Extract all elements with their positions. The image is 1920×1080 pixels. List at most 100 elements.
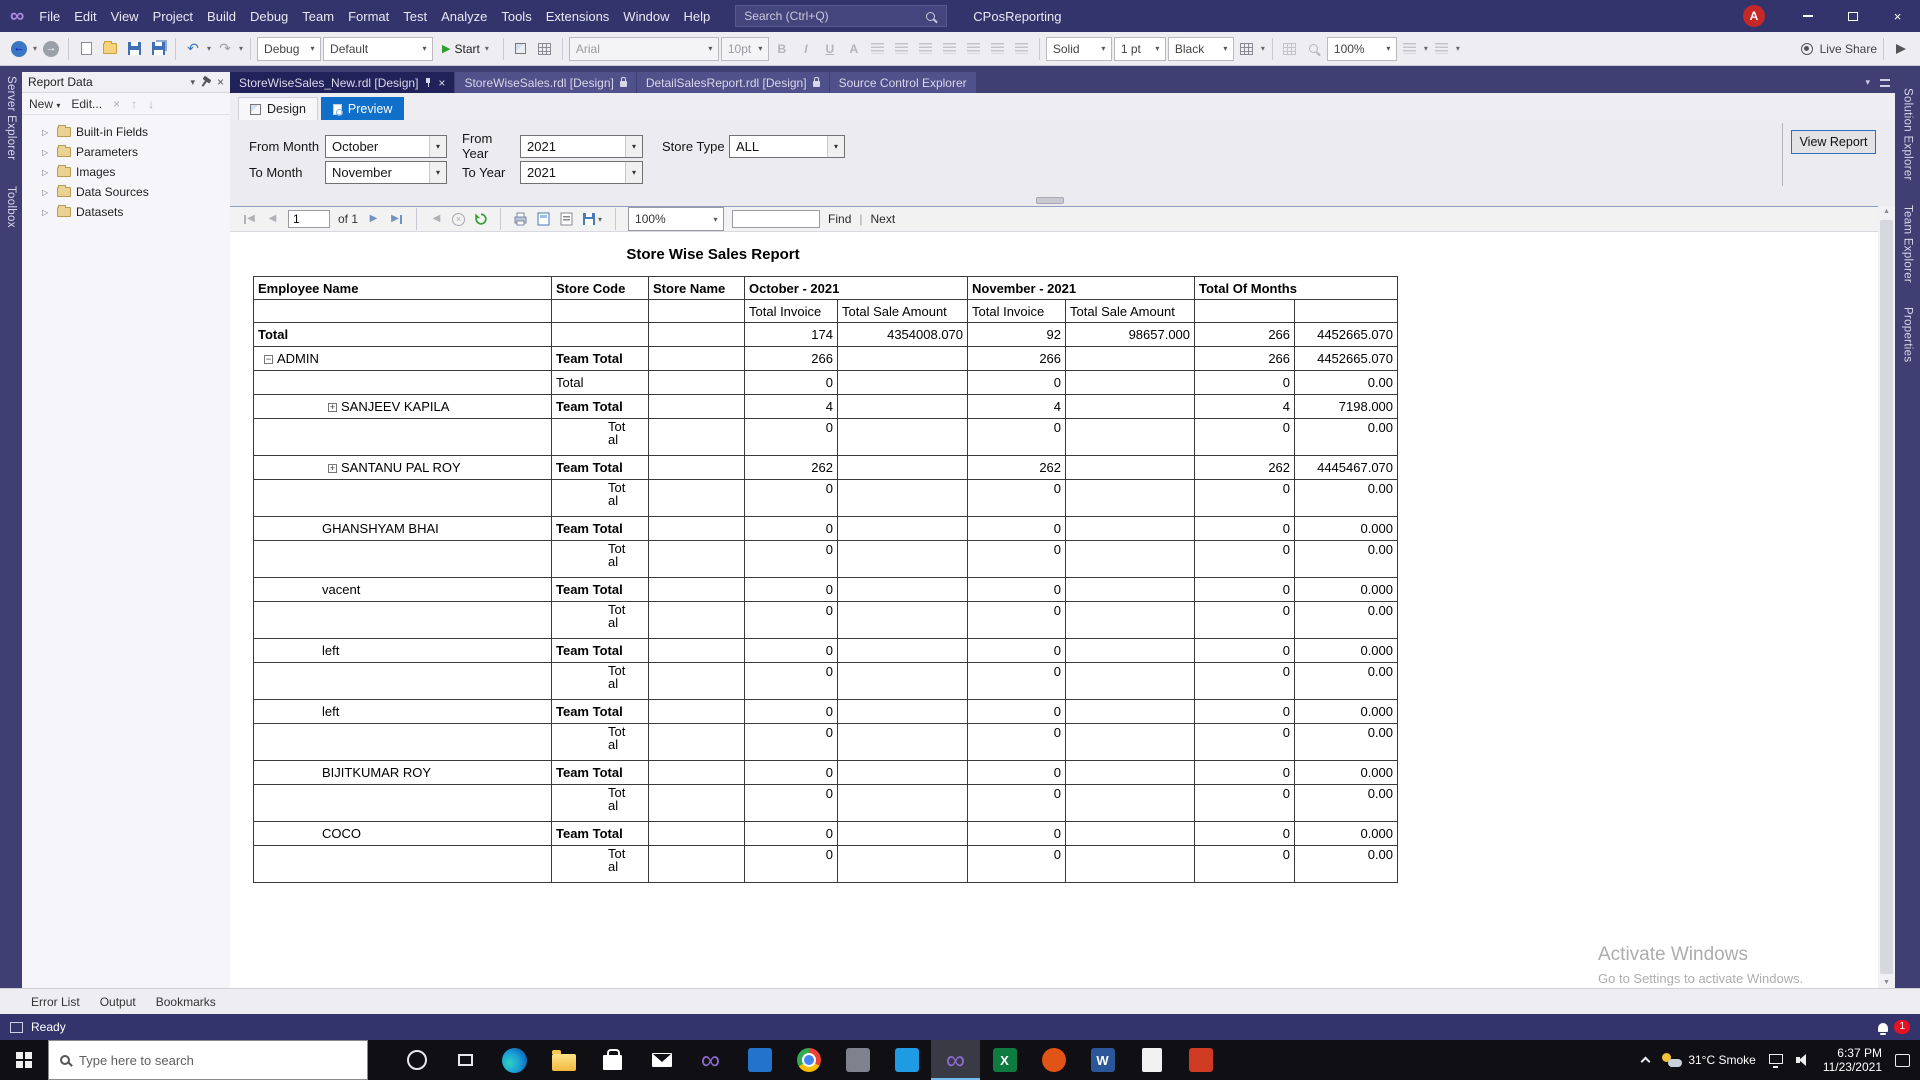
- notifications-bell-icon[interactable]: [1878, 1022, 1889, 1035]
- scrollbar-thumb[interactable]: [1880, 220, 1893, 974]
- report-image-button[interactable]: [534, 37, 556, 61]
- borders-button[interactable]: [1236, 37, 1258, 61]
- tab-overflow-icon[interactable]: ▾: [1865, 77, 1870, 88]
- close-tab-icon[interactable]: ×: [438, 76, 445, 90]
- minimize-button[interactable]: [1785, 0, 1830, 32]
- menu-view[interactable]: View: [104, 6, 146, 27]
- align-left-button[interactable]: [867, 37, 889, 61]
- taskbar-icon-orange-app[interactable]: [1029, 1040, 1078, 1080]
- maximize-button[interactable]: [1830, 0, 1875, 32]
- from-month-select[interactable]: October ▾: [325, 134, 447, 158]
- tree-item-datasets[interactable]: ▷ Datasets: [22, 202, 230, 222]
- bullet-list-button[interactable]: [939, 37, 961, 61]
- navigate-forward-button[interactable]: →: [40, 37, 62, 61]
- to-month-select[interactable]: November ▾: [325, 161, 447, 184]
- document-tab-source-control-explorer[interactable]: Source Control Explorer: [829, 72, 976, 93]
- menu-debug[interactable]: Debug: [243, 6, 295, 27]
- to-year-select[interactable]: 2021 ▾: [520, 161, 643, 184]
- hidden-icons-chevron-icon[interactable]: [1640, 1056, 1651, 1067]
- expand-icon[interactable]: +: [328, 464, 337, 473]
- start-button[interactable]: [0, 1040, 48, 1080]
- taskbar-icon-blue-app[interactable]: [735, 1040, 784, 1080]
- clock-widget[interactable]: 6:37 PM 11/23/2021: [1823, 1046, 1882, 1074]
- menu-team[interactable]: Team: [295, 6, 341, 27]
- snap-button[interactable]: [1431, 37, 1453, 61]
- panel-tab-error-list[interactable]: Error List: [22, 992, 89, 1012]
- feedback-button[interactable]: [1890, 37, 1912, 61]
- menu-window[interactable]: Window: [616, 6, 676, 27]
- taskbar-icon-notepad[interactable]: [1127, 1040, 1176, 1080]
- solution-configurations-combo[interactable]: Debug ▾: [257, 36, 322, 61]
- window-position-icon[interactable]: ▾: [190, 77, 195, 88]
- menu-extensions[interactable]: Extensions: [539, 6, 617, 27]
- export-button[interactable]: ▾: [582, 210, 603, 228]
- caret-down-icon[interactable]: ▾: [239, 44, 243, 53]
- font-family-combo[interactable]: Arial ▾: [568, 36, 719, 61]
- action-center-icon[interactable]: [1895, 1053, 1910, 1067]
- pin-icon[interactable]: [424, 77, 432, 88]
- taskbar-search-input[interactable]: Type here to search: [48, 1040, 368, 1080]
- expander-icon[interactable]: ▷: [42, 208, 52, 217]
- expander-icon[interactable]: ▷: [42, 128, 52, 137]
- start-debug-button[interactable]: ▶ Start ▾: [435, 39, 497, 59]
- bold-button[interactable]: B: [771, 37, 793, 61]
- tree-item-images[interactable]: ▷ Images: [22, 162, 230, 182]
- print-layout-button[interactable]: [536, 210, 551, 228]
- new-file-button[interactable]: [75, 37, 97, 61]
- print-button[interactable]: [513, 210, 528, 228]
- menu-build[interactable]: Build: [200, 6, 243, 27]
- font-color-button[interactable]: A: [843, 37, 865, 61]
- numbered-list-button[interactable]: [963, 37, 985, 61]
- side-tab-solution-explorer[interactable]: Solution Explorer: [1902, 88, 1914, 181]
- expander-icon[interactable]: ▷: [42, 168, 52, 177]
- notification-badge[interactable]: 1: [1894, 1020, 1910, 1034]
- side-tab-team-explorer[interactable]: Team Explorer: [1902, 205, 1914, 283]
- page-setup-button[interactable]: [559, 210, 574, 228]
- menu-analyze[interactable]: Analyze: [434, 6, 494, 27]
- underline-button[interactable]: U: [819, 37, 841, 61]
- last-page-button[interactable]: ▶: [389, 210, 404, 228]
- volume-icon[interactable]: [1795, 1054, 1810, 1066]
- close-panel-icon[interactable]: ×: [217, 75, 224, 89]
- move-down-icon[interactable]: ↓: [148, 97, 154, 111]
- window-list-icon[interactable]: [1880, 78, 1890, 87]
- taskbar-icon-word[interactable]: W: [1078, 1040, 1127, 1080]
- report-pointer-button[interactable]: [510, 37, 532, 61]
- edit-button[interactable]: Edit...: [71, 97, 102, 111]
- quick-search-input[interactable]: Search (Ctrl+Q): [735, 5, 948, 27]
- caret-down-icon[interactable]: ▾: [1424, 44, 1428, 53]
- border-style-combo[interactable]: Solid ▾: [1045, 36, 1112, 61]
- scroll-up-icon[interactable]: ▲: [1878, 208, 1895, 215]
- close-button[interactable]: ×: [1875, 0, 1920, 32]
- move-up-icon[interactable]: ↑: [131, 97, 137, 111]
- page-number-input[interactable]: [288, 210, 330, 228]
- stop-rendering-button[interactable]: ×: [452, 212, 466, 226]
- table-button[interactable]: [1279, 37, 1301, 61]
- view-report-button[interactable]: View Report: [1791, 130, 1876, 154]
- menu-help[interactable]: Help: [677, 6, 718, 27]
- italic-button[interactable]: I: [795, 37, 817, 61]
- document-tab-storewisesales-new-rdl-design[interactable]: StoreWiseSales_New.rdl [Design] ×: [230, 72, 455, 93]
- ruler-button[interactable]: [1399, 37, 1421, 61]
- caret-down-icon[interactable]: ▾: [207, 44, 211, 53]
- tab-design[interactable]: Design: [238, 97, 318, 120]
- scroll-down-icon[interactable]: ▼: [1878, 979, 1895, 986]
- side-tab-properties[interactable]: Properties: [1902, 307, 1914, 362]
- taskbar-icon-task-view[interactable]: [441, 1040, 490, 1080]
- tree-item-data-sources[interactable]: ▷ Data Sources: [22, 182, 230, 202]
- navigate-back-button[interactable]: ←: [8, 37, 30, 61]
- menu-file[interactable]: File: [32, 6, 67, 27]
- next-page-button[interactable]: ▶: [366, 210, 381, 228]
- store-type-select[interactable]: ALL ▾: [729, 134, 845, 158]
- align-right-button[interactable]: [915, 37, 937, 61]
- viewer-zoom-select[interactable]: 100% ▾: [628, 207, 725, 231]
- designer-zoom-combo[interactable]: 100% ▾: [1326, 36, 1397, 61]
- taskbar-icon-microsoft-edge[interactable]: [490, 1040, 539, 1080]
- collapse-icon[interactable]: −: [264, 355, 273, 364]
- taskbar-icon-visual-studio[interactable]: ∞: [686, 1040, 735, 1080]
- menu-test[interactable]: Test: [396, 6, 434, 27]
- taskbar-icon-visual-studio-running[interactable]: ∞: [931, 1040, 980, 1080]
- panel-tab-bookmarks[interactable]: Bookmarks: [147, 992, 225, 1012]
- side-tab-toolbox[interactable]: Toolbox: [5, 186, 17, 228]
- taskbar-icon-microsoft-store[interactable]: [588, 1040, 637, 1080]
